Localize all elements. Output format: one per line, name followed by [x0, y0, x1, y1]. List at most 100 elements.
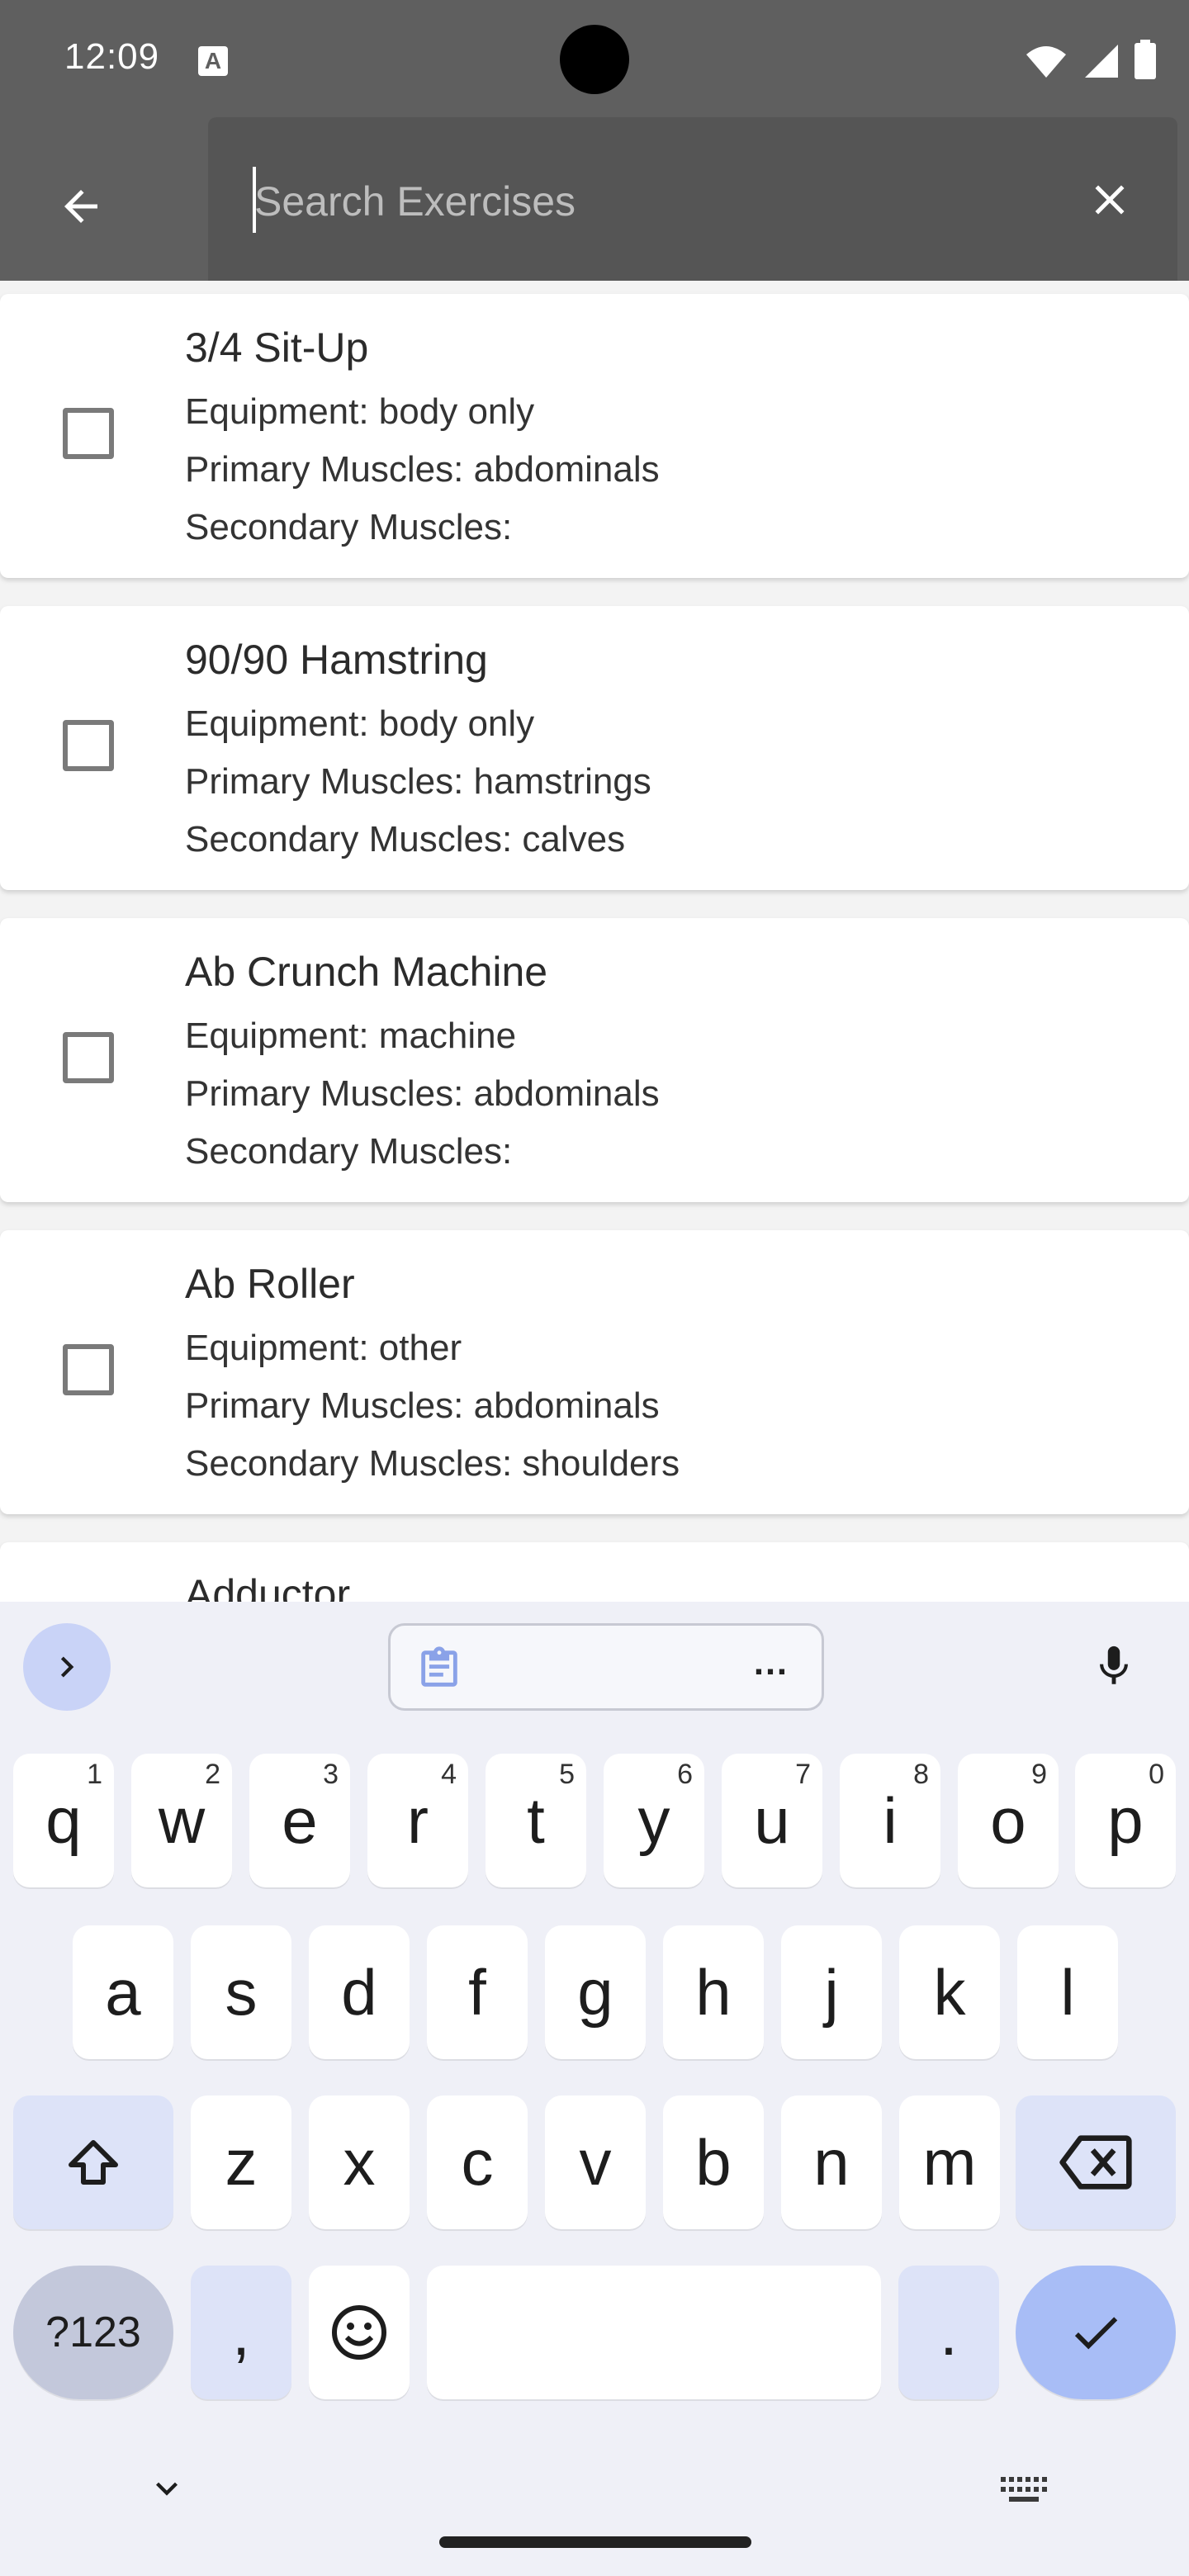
home-indicator[interactable] — [439, 2536, 751, 2548]
key-e[interactable]: e3 — [249, 1754, 350, 1887]
shift-key[interactable] — [13, 2095, 173, 2229]
close-icon — [1095, 185, 1125, 215]
key-letter: q — [45, 1783, 82, 1857]
a-letter-icon: A — [198, 46, 228, 76]
key-hint: 1 — [87, 1759, 102, 1790]
check-icon — [1074, 2317, 1118, 2350]
key-b[interactable]: b — [663, 2095, 764, 2229]
exercise-equipment: Equipment: body only — [185, 703, 535, 744]
key-d[interactable]: d — [309, 1925, 410, 2059]
key-x[interactable]: x — [309, 2095, 410, 2229]
search-box[interactable] — [208, 117, 1177, 281]
key-r[interactable]: r4 — [367, 1754, 468, 1887]
key-s[interactable]: s — [191, 1925, 291, 2059]
emoji-icon — [332, 2305, 386, 2360]
key-i[interactable]: i8 — [840, 1754, 940, 1887]
key-y[interactable]: y6 — [604, 1754, 704, 1887]
backspace-icon — [1059, 2135, 1132, 2190]
exercise-primary-muscles: Primary Muscles: abdominals — [185, 1073, 660, 1114]
key-hint: 8 — [913, 1759, 929, 1790]
exercise-card[interactable]: Ab Roller Equipment: other Primary Muscl… — [0, 1230, 1189, 1514]
exercise-secondary-muscles: Secondary Muscles: calves — [185, 819, 626, 859]
exercise-equipment: Equipment: body only — [185, 391, 535, 432]
key-p[interactable]: p0 — [1075, 1754, 1176, 1887]
key-letter: o — [990, 1783, 1026, 1857]
key-h[interactable]: h — [663, 1925, 764, 2059]
clipboard-more: … — [752, 1642, 789, 1683]
exercise-card[interactable]: 90/90 Hamstring Equipment: body only Pri… — [0, 606, 1189, 890]
key-u[interactable]: u7 — [722, 1754, 822, 1887]
exercise-name: Ab Roller — [185, 1261, 355, 1307]
exercise-primary-muscles: Primary Muscles: hamstrings — [185, 761, 651, 802]
clear-search-button[interactable] — [1075, 165, 1144, 234]
symbols-key[interactable]: ?123 — [13, 2266, 173, 2399]
exercise-equipment: Equipment: machine — [185, 1016, 517, 1056]
exercise-checkbox[interactable] — [63, 720, 114, 771]
comma-key[interactable]: , — [191, 2266, 291, 2399]
key-w[interactable]: w2 — [131, 1754, 232, 1887]
enter-key[interactable] — [1016, 2266, 1176, 2399]
keyboard-switch-button[interactable] — [999, 2475, 1049, 2509]
key-j[interactable]: j — [781, 1925, 882, 2059]
voice-input-button[interactable] — [1090, 1636, 1138, 1700]
key-z[interactable]: z — [191, 2095, 291, 2229]
key-t[interactable]: t5 — [486, 1754, 586, 1887]
exercise-list[interactable]: 3/4 Sit-Up Equipment: body only Primary … — [0, 281, 1189, 1602]
key-hint: 5 — [559, 1759, 575, 1790]
key-hint: 7 — [795, 1759, 811, 1790]
key-hint: 6 — [677, 1759, 693, 1790]
hide-keyboard-button[interactable] — [145, 2467, 188, 2514]
key-m[interactable]: m — [899, 2095, 1000, 2229]
key-letter: y — [637, 1783, 670, 1857]
key-letter: t — [527, 1783, 545, 1857]
key-o[interactable]: o9 — [958, 1754, 1059, 1887]
key-k[interactable]: k — [899, 1925, 1000, 2059]
shift-icon — [69, 2140, 118, 2185]
period-key[interactable]: . — [898, 2266, 999, 2399]
status-time: 12:09 — [64, 36, 160, 77]
key-g[interactable]: g — [545, 1925, 646, 2059]
key-hint: 3 — [323, 1759, 339, 1790]
emoji-key[interactable] — [309, 2266, 410, 2399]
chevron-right-icon — [60, 1656, 74, 1678]
exercise-name: 90/90 Hamstring — [185, 637, 488, 683]
wifi-icon — [1025, 43, 1068, 83]
clipboard-icon — [421, 1646, 457, 1687]
exercise-name: Adductor — [185, 1571, 351, 1602]
exercise-checkbox[interactable] — [63, 1344, 114, 1395]
exercise-secondary-muscles: Secondary Muscles: shoulders — [185, 1443, 680, 1484]
key-v[interactable]: v — [545, 2095, 646, 2229]
exercise-equipment: Equipment: other — [185, 1328, 462, 1368]
exercise-secondary-muscles: Secondary Muscles: — [185, 1131, 513, 1172]
search-input[interactable] — [253, 163, 999, 239]
backspace-key[interactable] — [1016, 2095, 1176, 2229]
exercise-card[interactable]: Adductor — [0, 1542, 1189, 1602]
key-f[interactable]: f — [427, 1925, 528, 2059]
key-n[interactable]: n — [781, 2095, 882, 2229]
key-c[interactable]: c — [427, 2095, 528, 2229]
key-letter: u — [754, 1783, 790, 1857]
exercise-card[interactable]: 3/4 Sit-Up Equipment: body only Primary … — [0, 294, 1189, 578]
key-hint: 0 — [1149, 1759, 1164, 1790]
microphone-icon — [1100, 1646, 1128, 1684]
key-a[interactable]: a — [73, 1925, 173, 2059]
exercise-primary-muscles: Primary Muscles: abdominals — [185, 1385, 660, 1426]
space-key[interactable] — [427, 2266, 881, 2399]
camera-cutout — [560, 25, 629, 94]
app-bar — [0, 117, 1189, 281]
key-letter: p — [1107, 1783, 1144, 1857]
arrow-back-icon — [64, 190, 97, 223]
exercise-checkbox[interactable] — [63, 408, 114, 459]
back-button[interactable] — [41, 167, 121, 246]
key-letter: e — [282, 1783, 318, 1857]
exercise-name: Ab Crunch Machine — [185, 949, 548, 995]
key-l[interactable]: l — [1017, 1925, 1118, 2059]
clipboard-suggestion[interactable]: … — [388, 1623, 824, 1711]
exercise-checkbox[interactable] — [63, 1032, 114, 1083]
key-letter: r — [407, 1783, 429, 1857]
toolbar-expand-button[interactable] — [23, 1623, 111, 1711]
battery-icon — [1135, 40, 1156, 83]
key-q[interactable]: q1 — [13, 1754, 114, 1887]
exercise-card[interactable]: Ab Crunch Machine Equipment: machine Pri… — [0, 918, 1189, 1202]
signal-icon — [1083, 43, 1120, 83]
